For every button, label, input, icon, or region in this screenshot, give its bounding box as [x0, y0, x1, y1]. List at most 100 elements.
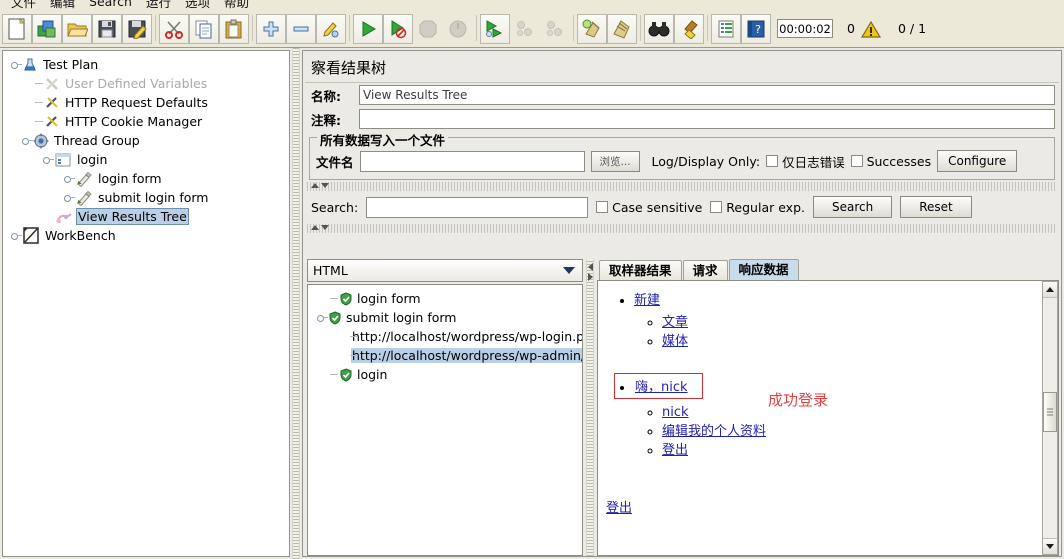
- collapse-down-arrow-icon[interactable]: [321, 183, 329, 188]
- save-as-button[interactable]: [122, 13, 152, 44]
- collapse-all-button[interactable]: [286, 13, 316, 44]
- menu-search[interactable]: Search: [82, 0, 139, 10]
- checkbox-box[interactable]: [766, 155, 779, 167]
- tree-node-http-request-defaults[interactable]: HTTP Request Defaults: [7, 93, 289, 112]
- regular-exp-checkbox[interactable]: Regular exp.: [710, 200, 805, 215]
- collapse-down-arrow-icon[interactable]: [321, 225, 329, 230]
- result-node-login-form[interactable]: login form: [312, 289, 582, 308]
- toggle-button[interactable]: [316, 13, 346, 44]
- result-node-submit-login-form[interactable]: submit login form: [312, 308, 582, 327]
- paste-button[interactable]: [219, 13, 249, 44]
- checkbox-box[interactable]: [596, 201, 609, 213]
- copy-button[interactable]: [189, 13, 219, 44]
- expander-icon[interactable]: [43, 154, 54, 165]
- comment-input[interactable]: [359, 109, 1055, 129]
- menu-options[interactable]: 选项: [178, 0, 217, 10]
- clear-all-button[interactable]: [607, 13, 637, 44]
- collapse-right-arrow-icon[interactable]: [588, 273, 593, 281]
- result-node-wp-login[interactable]: http://localhost/wordpress/wp-login.ph: [312, 327, 582, 346]
- menu-run[interactable]: 运行: [139, 0, 178, 10]
- scroll-up-button[interactable]: [1043, 282, 1057, 298]
- result-node-login[interactable]: login: [312, 365, 582, 384]
- expander-icon[interactable]: [64, 192, 75, 203]
- response-link-media[interactable]: 媒体: [662, 334, 688, 349]
- configure-button[interactable]: Configure: [937, 150, 1018, 172]
- results-split-divider[interactable]: [586, 259, 594, 556]
- tree-node-view-results-tree[interactable]: View Results Tree: [7, 207, 289, 226]
- help-button[interactable]: ?: [741, 13, 771, 44]
- stop-icon: [419, 20, 437, 37]
- menu-edit[interactable]: 编辑: [43, 0, 82, 10]
- search-input[interactable]: [366, 196, 589, 218]
- response-data-view[interactable]: 新建 文章 媒体: [597, 280, 1059, 556]
- response-link-nick[interactable]: nick: [662, 405, 689, 420]
- expander-icon[interactable]: [11, 59, 22, 70]
- checkbox-box[interactable]: [850, 155, 863, 167]
- tree-node-user-defined-variables[interactable]: User Defined Variables: [7, 74, 289, 93]
- upper-split-handle[interactable]: [307, 182, 1057, 191]
- reset-button[interactable]: Reset: [900, 196, 972, 218]
- toolbar-separator-4: [473, 15, 480, 43]
- tree-node-thread-group[interactable]: Thread Group: [7, 131, 289, 150]
- clear-button[interactable]: [577, 13, 607, 44]
- response-link-edit-profile[interactable]: 编辑我的个人资料: [662, 424, 766, 439]
- tab-request[interactable]: 请求: [682, 260, 728, 281]
- result-node-label: login: [357, 367, 388, 382]
- expander-icon[interactable]: [22, 135, 33, 146]
- tree-node-login-form[interactable]: login form: [7, 169, 289, 188]
- menu-file[interactable]: 文件: [4, 0, 43, 10]
- collapse-left-arrow-icon[interactable]: [588, 263, 593, 271]
- start-button[interactable]: [353, 13, 383, 44]
- tree-node-workbench[interactable]: WorkBench: [7, 226, 289, 245]
- lower-split-handle[interactable]: [307, 224, 1057, 233]
- filename-input[interactable]: [359, 150, 585, 172]
- expand-all-button[interactable]: [256, 13, 286, 44]
- expander-icon[interactable]: [317, 312, 328, 323]
- tab-sampler-result[interactable]: 取样器结果: [599, 260, 682, 281]
- menu-help[interactable]: 帮助: [217, 0, 256, 10]
- chevron-down-icon[interactable]: [563, 267, 575, 274]
- renderer-select[interactable]: HTML: [307, 259, 583, 282]
- templates-button[interactable]: [32, 13, 62, 44]
- scrollbar-thumb[interactable]: [1043, 392, 1057, 432]
- tab-response-data[interactable]: 响应数据: [728, 259, 799, 281]
- search-button[interactable]: Search: [813, 196, 893, 218]
- response-link-logout-2[interactable]: 登出: [606, 501, 632, 516]
- test-plan-tree[interactable]: Test Plan User Defined Variables HTTP Re…: [2, 50, 290, 557]
- remote-start-button[interactable]: [480, 13, 510, 44]
- main-split-divider[interactable]: [292, 48, 300, 559]
- tree-node-login[interactable]: login: [7, 150, 289, 169]
- tree-node-test-plan[interactable]: Test Plan: [7, 55, 289, 74]
- browse-button[interactable]: 浏览...: [590, 150, 640, 172]
- name-input[interactable]: [359, 85, 1055, 105]
- reset-search-button[interactable]: [674, 13, 704, 44]
- open-button[interactable]: [62, 13, 92, 44]
- function-helper-button[interactable]: [711, 13, 741, 44]
- new-button[interactable]: [2, 13, 32, 44]
- warning-indicator[interactable]: 0: [847, 21, 855, 36]
- case-sensitive-checkbox[interactable]: Case sensitive: [596, 200, 702, 215]
- response-scrollbar[interactable]: [1042, 281, 1058, 555]
- collapse-up-arrow-icon[interactable]: [311, 183, 319, 188]
- errors-only-checkbox[interactable]: 仅日志错误: [766, 152, 845, 171]
- expander-icon[interactable]: [64, 173, 75, 184]
- save-button[interactable]: [92, 13, 122, 44]
- collapse-up-arrow-icon[interactable]: [311, 225, 319, 230]
- response-link-howdy-nick[interactable]: 嗨，nick: [635, 380, 688, 395]
- cut-button[interactable]: [159, 13, 189, 44]
- tree-node-submit-login-form[interactable]: submit login form: [7, 188, 289, 207]
- tree-node-label: submit login form: [98, 190, 209, 205]
- response-link-post[interactable]: 文章: [662, 315, 688, 330]
- result-node-wp-admin[interactable]: http://localhost/wordpress/wp-admin/: [312, 346, 582, 365]
- checkbox-box[interactable]: [710, 201, 723, 213]
- expander-icon[interactable]: [11, 230, 22, 241]
- result-tree[interactable]: login form submit login form http://loca…: [307, 284, 583, 556]
- successes-checkbox[interactable]: Successes: [850, 154, 931, 169]
- tree-node-http-cookie-manager[interactable]: HTTP Cookie Manager: [7, 112, 289, 131]
- response-link-logout-1[interactable]: 登出: [662, 443, 688, 458]
- start-no-pauses-button[interactable]: [383, 13, 413, 44]
- response-link-new[interactable]: 新建: [634, 293, 660, 308]
- toolbar-separator-5: [570, 15, 577, 43]
- search-tree-button[interactable]: [644, 13, 674, 44]
- scroll-down-button[interactable]: [1043, 538, 1057, 554]
